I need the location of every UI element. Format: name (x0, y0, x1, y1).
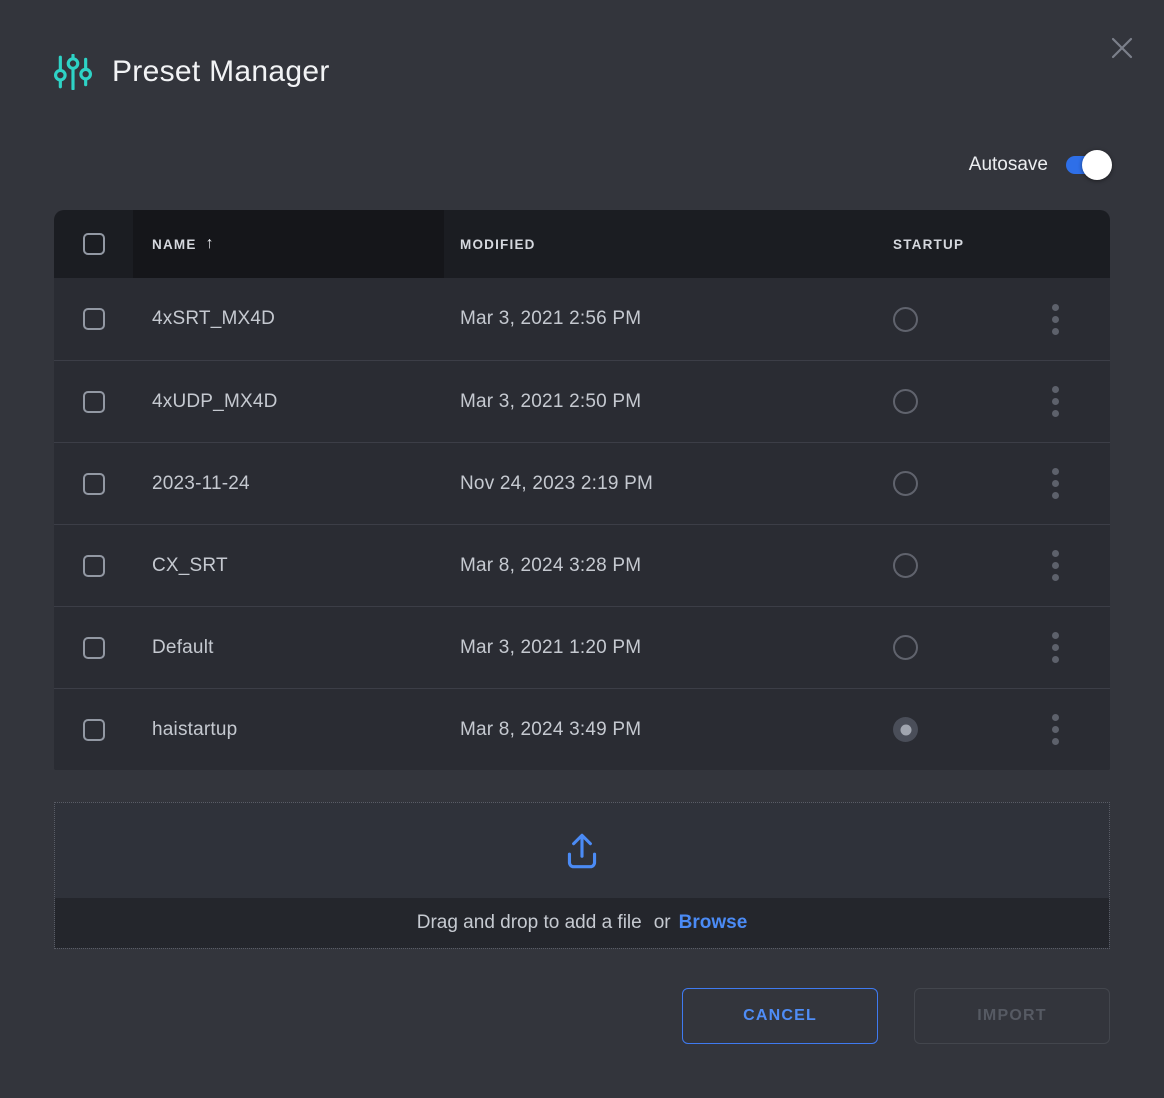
row-checkbox[interactable] (83, 719, 105, 741)
preset-name: Default (152, 637, 214, 659)
kebab-menu-icon[interactable] (1046, 462, 1065, 505)
preset-name: 2023-11-24 (152, 473, 250, 495)
sort-ascending-icon: ↑ (206, 235, 214, 253)
kebab-menu-icon[interactable] (1046, 626, 1065, 669)
table-row: Default Mar 3, 2021 1:20 PM (54, 606, 1110, 688)
column-header-startup: STARTUP (880, 210, 1010, 278)
table-header: NAME ↑ MODIFIED STARTUP (54, 210, 1110, 278)
preset-modified: Mar 8, 2024 3:28 PM (460, 555, 641, 577)
preset-modified: Nov 24, 2023 2:19 PM (460, 473, 653, 495)
kebab-menu-icon[interactable] (1046, 708, 1065, 751)
preset-modified: Mar 3, 2021 2:56 PM (460, 308, 641, 330)
table-row: 4xSRT_MX4D Mar 3, 2021 2:56 PM (54, 278, 1110, 360)
startup-radio[interactable] (893, 307, 918, 332)
dropzone-message: Drag and drop to add a file (417, 912, 642, 934)
dropzone-upload-area (55, 803, 1109, 898)
startup-radio[interactable] (893, 389, 918, 414)
row-checkbox[interactable] (83, 391, 105, 413)
upload-icon (559, 828, 605, 874)
table-row: haistartup Mar 8, 2024 3:49 PM (54, 688, 1110, 770)
preset-name: 4xUDP_MX4D (152, 391, 278, 413)
preset-modified: Mar 3, 2021 1:20 PM (460, 637, 641, 659)
kebab-menu-icon[interactable] (1046, 544, 1065, 587)
sliders-icon (54, 54, 92, 90)
preset-table: NAME ↑ MODIFIED STARTUP 4xSRT_MX4D Mar 3… (54, 210, 1110, 770)
dropzone-or: or (654, 912, 671, 934)
close-button[interactable] (1104, 30, 1140, 66)
startup-radio[interactable] (893, 717, 918, 742)
kebab-menu-icon[interactable] (1046, 380, 1065, 423)
autosave-control: Autosave (969, 150, 1110, 180)
preset-name: haistartup (152, 719, 237, 741)
select-all-checkbox[interactable] (83, 233, 105, 255)
preset-name: CX_SRT (152, 555, 228, 577)
table-row: CX_SRT Mar 8, 2024 3:28 PM (54, 524, 1110, 606)
kebab-menu-icon[interactable] (1046, 298, 1065, 341)
column-header-name[interactable]: NAME ↑ (133, 210, 444, 278)
table-row: 4xUDP_MX4D Mar 3, 2021 2:50 PM (54, 360, 1110, 442)
row-checkbox[interactable] (83, 637, 105, 659)
autosave-label: Autosave (969, 154, 1048, 176)
preset-name: 4xSRT_MX4D (152, 308, 275, 330)
browse-link[interactable]: Browse (679, 912, 748, 934)
import-button[interactable]: IMPORT (914, 988, 1110, 1044)
startup-radio[interactable] (893, 553, 918, 578)
startup-radio[interactable] (893, 471, 918, 496)
preset-modified: Mar 8, 2024 3:49 PM (460, 719, 641, 741)
dropzone-caption: Drag and drop to add a file or Browse (55, 898, 1109, 948)
row-checkbox[interactable] (83, 308, 105, 330)
table-row: 2023-11-24 Nov 24, 2023 2:19 PM (54, 442, 1110, 524)
dialog-title: Preset Manager (112, 55, 330, 89)
row-checkbox[interactable] (83, 473, 105, 495)
startup-radio[interactable] (893, 635, 918, 660)
toggle-knob (1082, 150, 1112, 180)
preset-modified: Mar 3, 2021 2:50 PM (460, 391, 641, 413)
column-header-modified[interactable]: MODIFIED (444, 210, 880, 278)
footer-actions: CANCEL IMPORT (682, 988, 1110, 1044)
row-checkbox[interactable] (83, 555, 105, 577)
autosave-toggle[interactable] (1066, 156, 1110, 174)
cancel-button[interactable]: CANCEL (682, 988, 878, 1044)
dialog-header: Preset Manager (54, 54, 330, 90)
file-dropzone[interactable]: Drag and drop to add a file or Browse (54, 802, 1110, 949)
close-icon (1107, 33, 1137, 63)
